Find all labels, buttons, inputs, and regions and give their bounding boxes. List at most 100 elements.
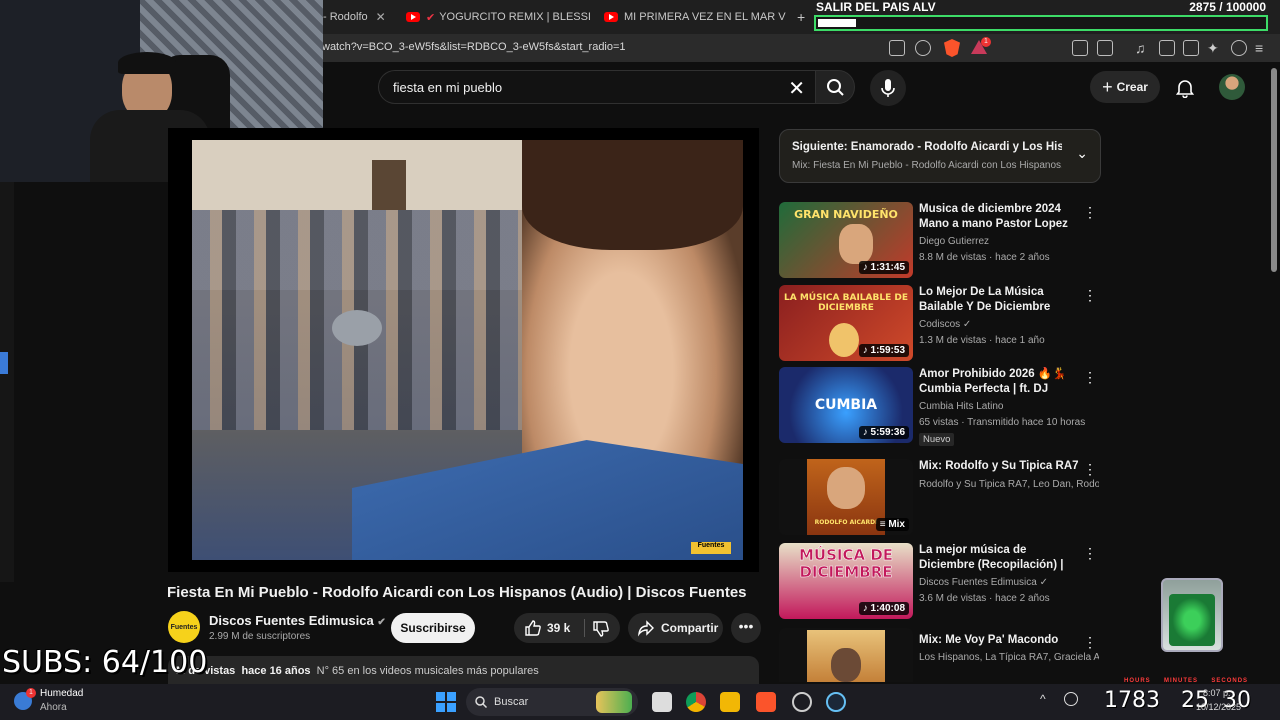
recommendation-channel[interactable]: Cumbia Hits Latino bbox=[919, 401, 1099, 412]
recommendation-item[interactable]: RODOLFO AICARDI ≡ Mix Mix: Rodolfo y Su … bbox=[779, 459, 1101, 535]
clear-icon[interactable]: ✕ bbox=[788, 76, 805, 101]
recommendation-item[interactable]: LA MÚSICA BAILABLE DE DICIEMBRE ♪ 1:59:5… bbox=[779, 285, 1101, 361]
timer-labels: HOURS MINUTES SECONDS bbox=[1124, 678, 1248, 684]
menu-icon[interactable]: ≡ bbox=[1255, 40, 1271, 56]
close-icon[interactable]: ✕ bbox=[376, 10, 386, 24]
clock-time[interactable]: 8:07 p. bbox=[1203, 688, 1231, 698]
recommendation-item[interactable]: GRAN NAVIDEÑO ♪ 1:31:45 Musica de diciem… bbox=[779, 202, 1101, 278]
up-next-panel[interactable]: Siguiente: Enamorado - Rodolfo Aicardi y… bbox=[779, 129, 1101, 183]
user-avatar[interactable] bbox=[1219, 74, 1245, 100]
recommendation-channel[interactable]: Discos Fuentes Edimusica ✓ bbox=[919, 577, 1099, 588]
weather-subtitle: Ahora bbox=[40, 702, 67, 713]
video-thumbnail[interactable]: RODOLFO AICARDI ≡ Mix bbox=[779, 459, 913, 535]
thumbs-down-icon[interactable] bbox=[592, 620, 610, 638]
page-scrollbar[interactable] bbox=[1270, 64, 1278, 674]
recommendation-title[interactable]: Lo Mejor De La Música Bailable Y De Dici… bbox=[919, 285, 1079, 315]
channel-name[interactable]: Discos Fuentes Edimusica ✔ bbox=[209, 613, 386, 628]
taskbar-search[interactable]: Buscar bbox=[466, 688, 638, 716]
recommendation-item[interactable]: CUMBIA ♪ 5:59:36 Amor Prohibido 2026 🔥💃 … bbox=[779, 367, 1101, 449]
chrome-icon[interactable] bbox=[686, 692, 706, 712]
recommendation-item[interactable]: Mix: Me Voy Pa' Macondo Los Hispanos, La… bbox=[779, 628, 1101, 682]
recommendation-item[interactable]: MÚSICA DE DICIEMBRE ♪ 1:40:08 La mejor m… bbox=[779, 543, 1101, 619]
video-thumbnail[interactable]: CUMBIA ♪ 5:59:36 bbox=[779, 367, 913, 443]
more-vert-icon[interactable]: ⋮ bbox=[1083, 545, 1097, 562]
recommendation-channel[interactable]: Diego Gutierrez bbox=[919, 236, 1099, 247]
share-button[interactable]: Compartir bbox=[628, 613, 723, 643]
timer-hours: 1783 bbox=[1104, 688, 1160, 713]
screenshot-icon[interactable] bbox=[1097, 40, 1113, 56]
tab-current[interactable]: - Rodolfo ✕ bbox=[323, 6, 389, 28]
duration-text: 1:31:45 bbox=[870, 262, 905, 273]
recommendation-title[interactable]: Mix: Rodolfo y Su Tipica RA7 bbox=[919, 459, 1079, 474]
create-button[interactable]: + Crear bbox=[1090, 71, 1160, 103]
recommendation-channel[interactable]: Los Hispanos, La Típica RA7, Graciela Ar… bbox=[919, 652, 1099, 663]
tab-vlog[interactable]: MI PRIMERA VEZ EN EL MAR VLOG bbox=[604, 6, 786, 28]
search-button[interactable] bbox=[815, 70, 855, 104]
obs-icon[interactable] bbox=[792, 692, 812, 712]
task-view-icon[interactable] bbox=[652, 692, 672, 712]
plus-icon: + bbox=[1102, 76, 1113, 97]
more-vert-icon[interactable]: ⋮ bbox=[1083, 204, 1097, 221]
network-icon[interactable] bbox=[1064, 692, 1078, 706]
video-thumbnail[interactable]: GRAN NAVIDEÑO ♪ 1:31:45 bbox=[779, 202, 913, 278]
chevron-up-icon[interactable]: ^ bbox=[1040, 692, 1046, 706]
goal-progress-bar bbox=[814, 15, 1268, 31]
more-vert-icon[interactable]: ⋮ bbox=[1083, 461, 1097, 478]
install-icon[interactable] bbox=[889, 40, 905, 56]
more-vert-icon[interactable]: ⋮ bbox=[1083, 287, 1097, 304]
extensions-icon[interactable] bbox=[1072, 40, 1088, 56]
channel-watermark: Fuentes bbox=[691, 542, 731, 554]
chevron-down-icon[interactable]: ⌄ bbox=[1076, 145, 1088, 162]
recommendation-title[interactable]: Musica de diciembre 2024 Mano a mano Pas… bbox=[919, 202, 1079, 232]
new-tab-button[interactable]: + bbox=[797, 6, 811, 28]
recommendation-title[interactable]: La mejor música de Diciembre (Recopilaci… bbox=[919, 543, 1079, 573]
recommendation-channel[interactable]: Codiscos ✓ bbox=[919, 319, 1099, 330]
share-label: Compartir bbox=[661, 621, 719, 635]
thumbnail-text: GRAN NAVIDEÑO bbox=[794, 208, 898, 221]
recommendation-meta: 3.6 M de vistas · hace 2 años bbox=[919, 593, 1050, 604]
video-thumbnail[interactable] bbox=[779, 628, 913, 682]
search-input[interactable]: fiesta en mi pueblo ✕ bbox=[378, 70, 815, 104]
thumbs-up-icon[interactable] bbox=[524, 619, 542, 637]
music-icon[interactable]: ♫ bbox=[1135, 40, 1151, 56]
thumbnail-person bbox=[827, 467, 865, 509]
brave-icon[interactable] bbox=[756, 692, 776, 712]
steam-icon[interactable] bbox=[826, 692, 846, 712]
search-highlight-image bbox=[596, 691, 632, 713]
recommendation-title[interactable]: Mix: Me Voy Pa' Macondo bbox=[919, 633, 1079, 648]
channel-avatar[interactable]: Fuentes bbox=[168, 611, 200, 643]
duration-text: 1:59:53 bbox=[870, 345, 905, 356]
vpn-icon[interactable] bbox=[1231, 40, 1247, 56]
wallet-icon[interactable] bbox=[1183, 40, 1199, 56]
tab-yogurcito[interactable]: ✔ YOGURCITO REMIX | BLESSD bbox=[406, 6, 590, 28]
tab-label: YOGURCITO REMIX | BLESSD bbox=[439, 11, 590, 23]
subscribe-button[interactable]: Suscribirse bbox=[391, 613, 475, 643]
tab-label: MI PRIMERA VEZ EN EL MAR VLOG bbox=[624, 11, 786, 23]
notifications-button[interactable] bbox=[1175, 78, 1195, 103]
clock-date[interactable]: 10/12/2025 bbox=[1196, 702, 1241, 712]
windows-start-icon[interactable] bbox=[436, 692, 456, 712]
share-icon bbox=[637, 620, 654, 637]
windows-taskbar: 1 Humedad Ahora Buscar ^ HOURS MINUTES S… bbox=[0, 678, 1280, 720]
url-text[interactable]: watch?v=BCO_3-eW5fs&list=RDBCO_3-eW5fs&s… bbox=[322, 41, 626, 53]
voice-search-button[interactable] bbox=[870, 70, 906, 106]
share-page-icon[interactable] bbox=[915, 40, 931, 56]
video-thumbnail[interactable]: LA MÚSICA BAILABLE DE DICIEMBRE ♪ 1:59:5… bbox=[779, 285, 913, 361]
recommendation-title[interactable]: Amor Prohibido 2026 🔥💃 Cumbia Perfecta |… bbox=[919, 367, 1079, 397]
more-vert-icon[interactable]: ⋮ bbox=[1083, 634, 1097, 651]
scrollbar-thumb[interactable] bbox=[1271, 68, 1277, 272]
recommendation-channel[interactable]: Rodolfo y Su Tipica RA7, Leo Dan, Rodolf… bbox=[919, 479, 1099, 490]
channel-logo-text: Fuentes bbox=[170, 623, 198, 631]
notification-badge: 1 bbox=[981, 37, 991, 47]
video-title: Fiesta En Mi Pueblo - Rodolfo Aicardi co… bbox=[167, 584, 747, 601]
video-thumbnail[interactable]: MÚSICA DE DICIEMBRE ♪ 1:40:08 bbox=[779, 543, 913, 619]
taskbar-search-placeholder: Buscar bbox=[494, 696, 529, 708]
sidebar-icon[interactable] bbox=[1159, 40, 1175, 56]
more-vert-icon[interactable]: ⋮ bbox=[1083, 369, 1097, 386]
file-explorer-icon[interactable] bbox=[720, 692, 740, 712]
sparkle-icon[interactable]: ✦ bbox=[1207, 40, 1223, 56]
video-player[interactable]: Fuentes bbox=[168, 128, 759, 572]
music-note-icon: ♪ bbox=[862, 345, 871, 356]
brave-shield-icon[interactable] bbox=[944, 39, 960, 57]
more-actions-button[interactable]: ••• bbox=[731, 613, 761, 643]
